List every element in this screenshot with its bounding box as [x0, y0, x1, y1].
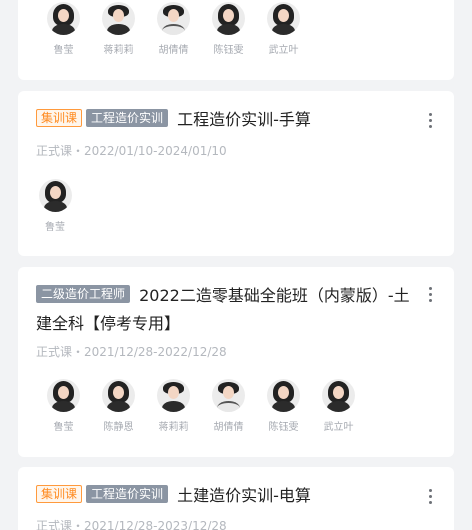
teacher-avatar [102, 379, 135, 412]
teacher-name: 胡倩倩 [213, 422, 244, 433]
teacher-avatar [38, 179, 72, 212]
teacher-avatar [102, 2, 135, 35]
teacher-name: 鲁莹 [45, 222, 65, 233]
teacher-item[interactable]: 胡倩倩 [201, 379, 256, 433]
more-vertical-icon[interactable] [428, 287, 432, 303]
teacher-item[interactable]: 蒋莉莉 [146, 379, 201, 433]
teacher-list: 鲁莹 陈静恩 蒋莉莉 胡倩倩 陈钰雯 武立叶 [36, 379, 366, 433]
teacher-avatar [212, 2, 245, 35]
teacher-name: 蒋莉莉 [158, 422, 189, 433]
course-tag: 二级造价工程师 [36, 285, 131, 303]
teacher-avatar [212, 379, 245, 412]
teacher-name: 武立叶 [268, 45, 299, 56]
teacher-list: 鲁莹 [36, 179, 74, 233]
teacher-avatar [157, 379, 190, 412]
course-tag: 集训课 [36, 109, 83, 127]
teacher-name: 鲁莹 [53, 45, 74, 56]
course-meta: 正式课・2021/12/28-2022/12/28 [36, 345, 227, 359]
course-tag: 工程造价实训 [86, 109, 169, 127]
teacher-item[interactable]: 鲁莹 [36, 179, 74, 233]
teacher-item[interactable]: 武立叶 [311, 379, 366, 433]
course-title-row: 二级造价工程师 2022二造零基础全能班（内蒙版）-土建全科【停考专用】 [36, 282, 418, 338]
more-vertical-icon[interactable] [428, 489, 432, 505]
teacher-avatar [47, 2, 80, 35]
course-card[interactable]: 集训课 工程造价实训 土建造价实训-电算 正式课・2021/12/28-2023/… [18, 467, 454, 530]
more-vertical-icon[interactable] [428, 113, 432, 129]
teacher-item[interactable]: 陈静恩 [91, 379, 146, 433]
teacher-name: 武立叶 [323, 422, 354, 433]
teacher-item[interactable]: 胡倩倩 [146, 2, 201, 56]
course-title[interactable]: 土建造价实训-电算 [177, 486, 311, 505]
teacher-item[interactable]: 鲁莹 [36, 2, 91, 56]
course-title-row: 集训课 工程造价实训 工程造价实训-手算 [36, 106, 418, 134]
course-tag: 集训课 [36, 485, 83, 503]
teacher-name: 陈钰雯 [268, 422, 299, 433]
teacher-list: 鲁莹 蒋莉莉 胡倩倩 陈钰雯 武立叶 [36, 2, 311, 56]
teacher-avatar [322, 379, 355, 412]
teacher-item[interactable]: 武立叶 [256, 2, 311, 56]
teacher-avatar [157, 2, 190, 35]
teacher-item[interactable]: 陈钰雯 [201, 2, 256, 56]
teacher-avatar [47, 379, 80, 412]
course-card[interactable]: 二级造价工程师 2022二造零基础全能班（内蒙版）-土建全科【停考专用】 正式课… [18, 267, 454, 457]
teacher-item[interactable]: 鲁莹 [36, 379, 91, 433]
course-meta: 正式课・2022/01/10-2024/01/10 [36, 144, 227, 158]
course-card[interactable]: 集训课 工程造价实训 工程造价实训-手算 正式课・2022/01/10-2024/… [18, 91, 454, 256]
course-meta: 正式课・2021/12/28-2023/12/28 [36, 519, 227, 530]
course-title-row: 集训课 工程造价实训 土建造价实训-电算 [36, 482, 418, 510]
course-card[interactable]: 鲁莹 蒋莉莉 胡倩倩 陈钰雯 武立叶 [18, 0, 454, 80]
teacher-name: 陈钰雯 [213, 45, 244, 56]
teacher-item[interactable]: 蒋莉莉 [91, 2, 146, 56]
teacher-name: 蒋莉莉 [103, 45, 134, 56]
teacher-item[interactable]: 陈钰雯 [256, 379, 311, 433]
teacher-name: 陈静恩 [103, 422, 134, 433]
teacher-name: 胡倩倩 [158, 45, 189, 56]
teacher-name: 鲁莹 [53, 422, 74, 433]
teacher-avatar [267, 379, 300, 412]
course-tag: 工程造价实训 [86, 485, 169, 503]
course-title[interactable]: 工程造价实训-手算 [177, 110, 311, 129]
teacher-avatar [267, 2, 300, 35]
